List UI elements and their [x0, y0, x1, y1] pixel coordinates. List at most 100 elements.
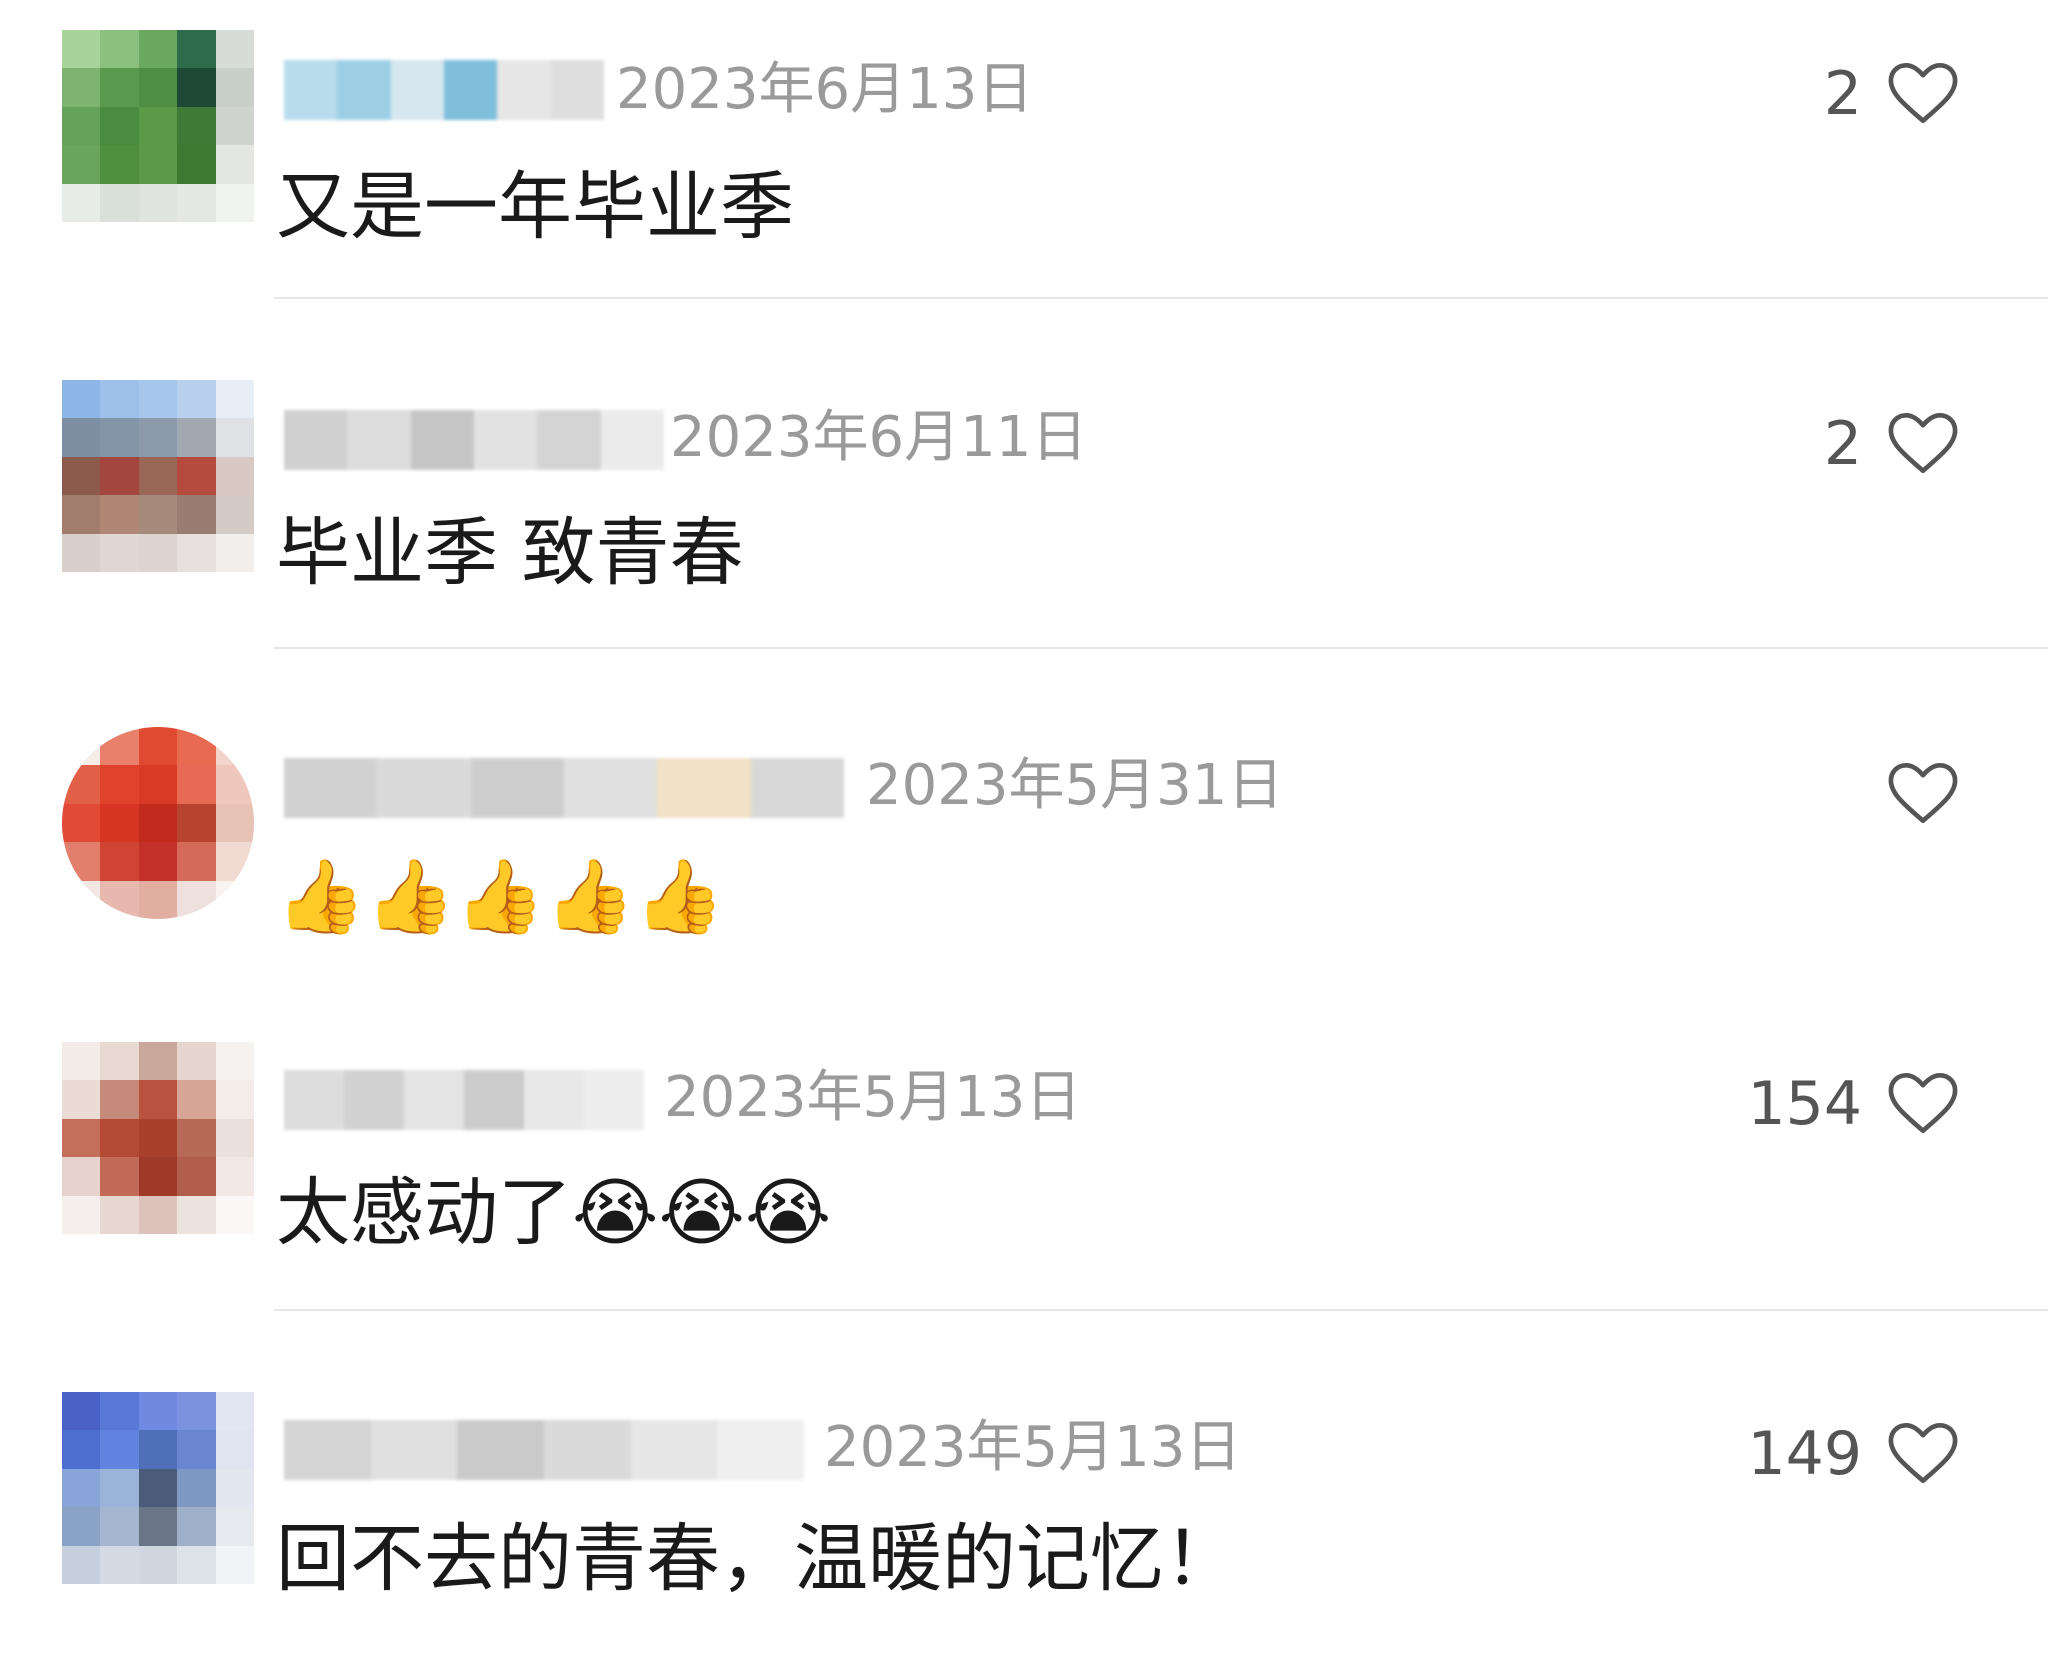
avatar-mosaic-tile [138, 495, 178, 534]
username-mosaic-tile [370, 1420, 458, 1480]
username-mosaic-tile [563, 758, 658, 818]
avatar-mosaic-tile [138, 183, 178, 222]
username-mosaic-tile [537, 410, 601, 470]
avatar-mosaic-tile [215, 880, 254, 919]
avatar-mosaic-tile [177, 380, 216, 419]
avatar-mosaic-tile [177, 880, 216, 919]
divider [274, 647, 2048, 649]
avatar-mosaic-tile [215, 30, 254, 69]
like-count: 149 [1747, 1419, 1862, 1489]
avatar-mosaic-tile [215, 380, 254, 419]
heart-icon[interactable] [1888, 762, 1958, 824]
avatar-mosaic-tile [100, 30, 139, 69]
avatar-mosaic-tile [138, 1430, 178, 1469]
heart-icon[interactable] [1888, 62, 1958, 124]
avatar-mosaic-tile [138, 456, 178, 496]
comment-text: 毕业季 致青春 [276, 510, 744, 596]
avatar-mosaic-tile [177, 1157, 216, 1196]
avatar-mosaic-tile [62, 106, 101, 146]
avatar-mosaic-tile [177, 765, 216, 804]
avatar-mosaic-tile [138, 1157, 178, 1196]
username-mosaic-tile [717, 1420, 805, 1480]
avatar-mosaic-tile [138, 1118, 178, 1158]
username-mosaic-tile [344, 1070, 404, 1130]
username-blurred[interactable] [284, 1070, 644, 1130]
username-blurred[interactable] [284, 410, 664, 470]
avatar-mosaic-tile [62, 380, 101, 419]
username-mosaic-tile [390, 60, 444, 120]
avatar[interactable] [62, 380, 254, 572]
avatar-mosaic-tile [100, 803, 139, 843]
heart-icon[interactable] [1888, 412, 1958, 474]
avatar-mosaic-tile [62, 533, 101, 572]
avatar-mosaic-tile [100, 456, 139, 496]
avatar-mosaic-tile [177, 1507, 216, 1546]
avatar-mosaic-tile [138, 380, 178, 419]
avatar-mosaic-tile [138, 1545, 178, 1584]
avatar-mosaic-tile [62, 145, 101, 184]
avatar-mosaic-tile [100, 418, 139, 457]
username-blurred[interactable] [284, 758, 844, 818]
avatar[interactable] [62, 30, 254, 222]
avatar-mosaic-tile [100, 183, 139, 222]
avatar-mosaic-tile [177, 30, 216, 69]
avatar-mosaic-tile [138, 106, 178, 146]
avatar-mosaic-tile [215, 456, 254, 496]
username-mosaic-tile [443, 60, 498, 120]
avatar-mosaic-tile [100, 765, 139, 804]
avatar[interactable] [62, 1392, 254, 1584]
comment-date: 2023年5月13日 [664, 1065, 1082, 1130]
avatar-mosaic-tile [177, 803, 216, 843]
avatar-mosaic-tile [138, 1195, 178, 1234]
avatar-mosaic-tile [138, 803, 178, 843]
divider [274, 297, 2048, 299]
avatar-mosaic-tile [177, 1080, 216, 1119]
avatar-mosaic-tile [215, 418, 254, 457]
avatar-mosaic-tile [100, 106, 139, 146]
avatar-mosaic-tile [177, 1468, 216, 1508]
avatar-mosaic-tile [62, 1507, 101, 1546]
avatar-mosaic-tile [62, 68, 101, 107]
username-mosaic-tile [750, 758, 844, 818]
avatar-mosaic-tile [177, 1392, 216, 1431]
avatar-mosaic-tile [177, 495, 216, 534]
avatar-mosaic-tile [100, 727, 139, 766]
username-mosaic-tile [337, 60, 391, 120]
heart-icon[interactable] [1888, 1422, 1958, 1484]
avatar[interactable] [62, 727, 254, 919]
avatar-mosaic-tile [138, 418, 178, 457]
avatar-mosaic-tile [177, 1042, 216, 1081]
avatar-mosaic-tile [62, 1392, 101, 1431]
avatar-mosaic-tile [215, 1545, 254, 1584]
avatar-mosaic-tile [177, 106, 216, 146]
avatar-mosaic-tile [138, 842, 178, 881]
username-mosaic-tile [284, 60, 338, 120]
comment-date: 2023年5月13日 [824, 1415, 1242, 1480]
heart-icon[interactable] [1888, 1072, 1958, 1134]
username-blurred[interactable] [284, 1420, 805, 1480]
avatar-mosaic-tile [177, 183, 216, 222]
username-mosaic-tile [584, 1070, 644, 1130]
username-mosaic-tile [524, 1070, 584, 1130]
avatar-mosaic-tile [62, 727, 101, 766]
avatar-mosaic-tile [215, 1157, 254, 1196]
avatar-mosaic-tile [138, 533, 178, 572]
avatar-mosaic-tile [177, 533, 216, 572]
avatar-mosaic-tile [62, 842, 101, 881]
username-mosaic-tile [410, 410, 474, 470]
avatar-mosaic-tile [138, 1080, 178, 1119]
avatar-mosaic-tile [215, 1430, 254, 1469]
username-blurred[interactable] [284, 60, 604, 120]
avatar-mosaic-tile [62, 1195, 101, 1234]
comment-text: 回不去的青春，温暖的记忆！ [276, 1516, 1238, 1602]
avatar-mosaic-tile [215, 765, 254, 804]
username-mosaic-tile [550, 60, 604, 120]
username-mosaic-tile [404, 1070, 464, 1130]
avatar-mosaic-tile [215, 1118, 254, 1158]
avatar[interactable] [62, 1042, 254, 1234]
avatar-mosaic-tile [62, 1118, 101, 1158]
avatar-mosaic-tile [100, 880, 139, 919]
avatar-mosaic-tile [215, 1468, 254, 1508]
username-mosaic-tile [347, 410, 411, 470]
avatar-mosaic-tile [62, 30, 101, 69]
